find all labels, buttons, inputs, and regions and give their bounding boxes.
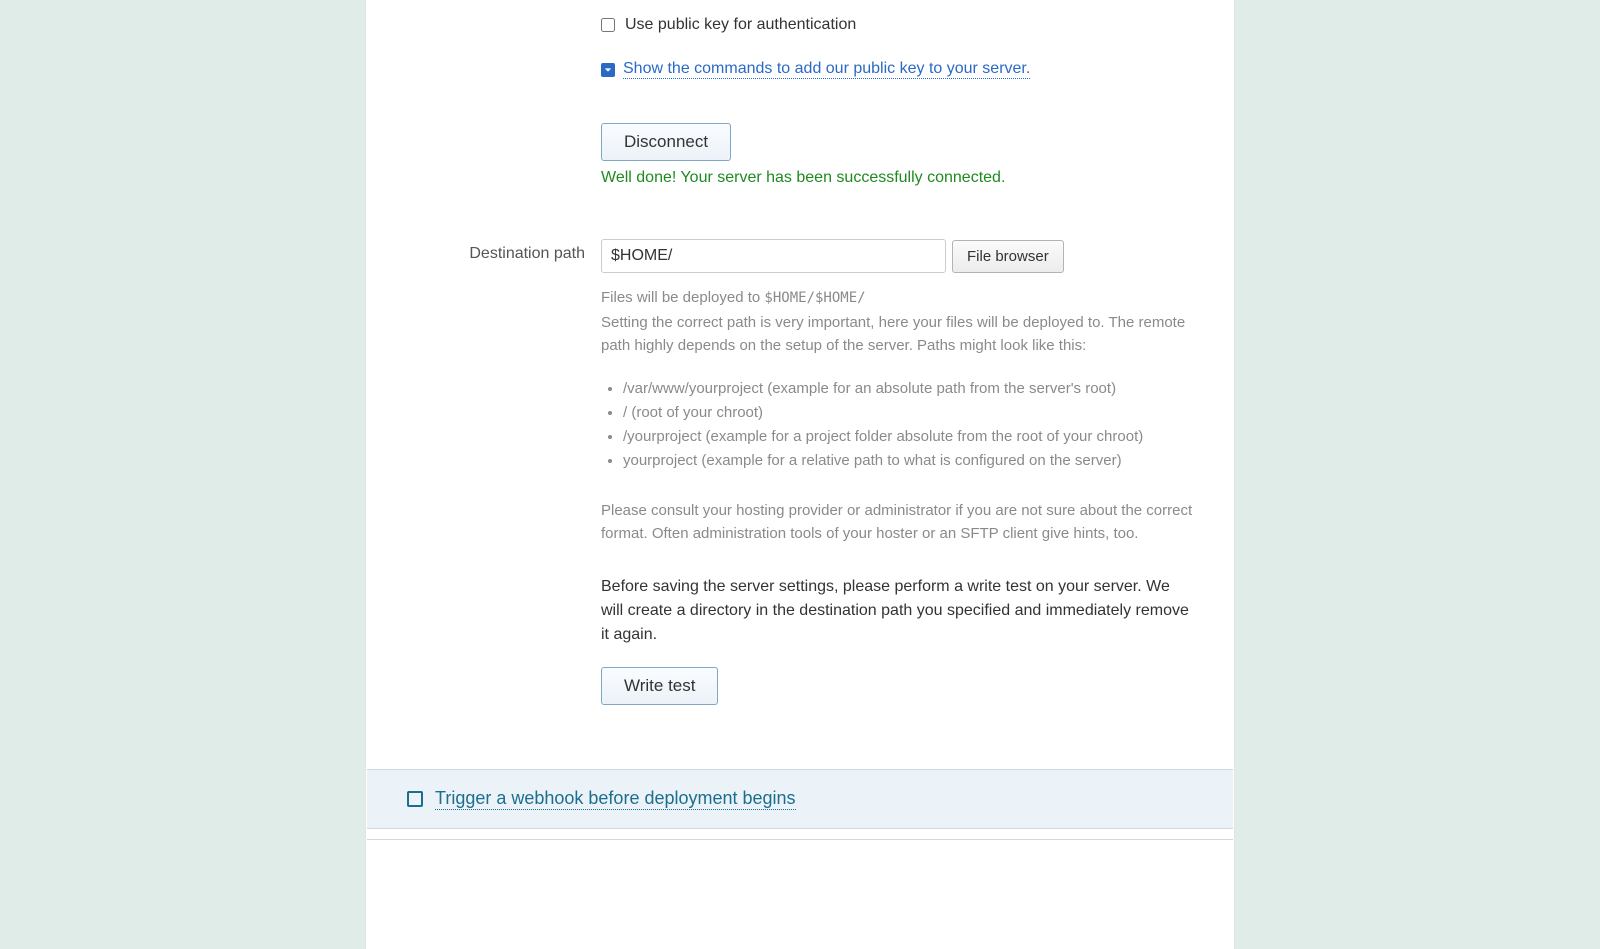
list-item: /var/www/yourproject (example for an abs… bbox=[623, 380, 1194, 397]
public-key-row: Use public key for authentication bbox=[366, 12, 1234, 46]
connection-success-message: Well done! Your server has been successf… bbox=[601, 169, 1194, 187]
show-commands-link[interactable]: Show the commands to add our public key … bbox=[623, 60, 1030, 79]
file-browser-button[interactable]: File browser bbox=[952, 240, 1064, 273]
deploy-preview: Files will be deployed to $HOME/$HOME/ bbox=[601, 289, 1194, 306]
public-key-label-col bbox=[366, 16, 601, 22]
destination-help-intro: Setting the correct path is very importa… bbox=[601, 312, 1194, 357]
destination-path-label: Destination path bbox=[366, 239, 601, 263]
webhook-panel: Trigger a webhook before deployment begi… bbox=[367, 769, 1233, 829]
destination-path-row: Destination path File browser Files will… bbox=[366, 235, 1234, 709]
destination-help-footer: Please consult your hosting provider or … bbox=[601, 500, 1194, 545]
disconnect-row: Disconnect Well done! Your server has be… bbox=[366, 119, 1234, 191]
webhook-checkbox[interactable] bbox=[407, 791, 423, 807]
show-commands-row: Show the commands to add our public key … bbox=[366, 56, 1234, 91]
list-item: yourproject (example for a relative path… bbox=[623, 452, 1194, 469]
deploy-preview-path: $HOME/$HOME/ bbox=[764, 290, 865, 306]
webhook-panel-title: Trigger a webhook before deployment begi… bbox=[435, 788, 796, 810]
deploy-preview-prefix: Files will be deployed to bbox=[601, 289, 764, 306]
list-item: / (root of your chroot) bbox=[623, 404, 1194, 421]
list-item: /yourproject (example for a project fold… bbox=[623, 428, 1194, 445]
destination-path-input[interactable] bbox=[601, 239, 946, 273]
write-test-button[interactable]: Write test bbox=[601, 667, 718, 705]
disconnect-button[interactable]: Disconnect bbox=[601, 123, 731, 161]
public-key-checkbox[interactable] bbox=[601, 18, 615, 32]
path-examples-list: /var/www/yourproject (example for an abs… bbox=[601, 380, 1194, 469]
webhook-panel-header[interactable]: Trigger a webhook before deployment begi… bbox=[367, 770, 1233, 828]
public-key-checkbox-label[interactable]: Use public key for authentication bbox=[601, 16, 1194, 34]
public-key-checkbox-text: Use public key for authentication bbox=[625, 16, 856, 34]
chevron-down-icon bbox=[601, 63, 615, 77]
write-test-intro: Before saving the server settings, pleas… bbox=[601, 575, 1194, 647]
